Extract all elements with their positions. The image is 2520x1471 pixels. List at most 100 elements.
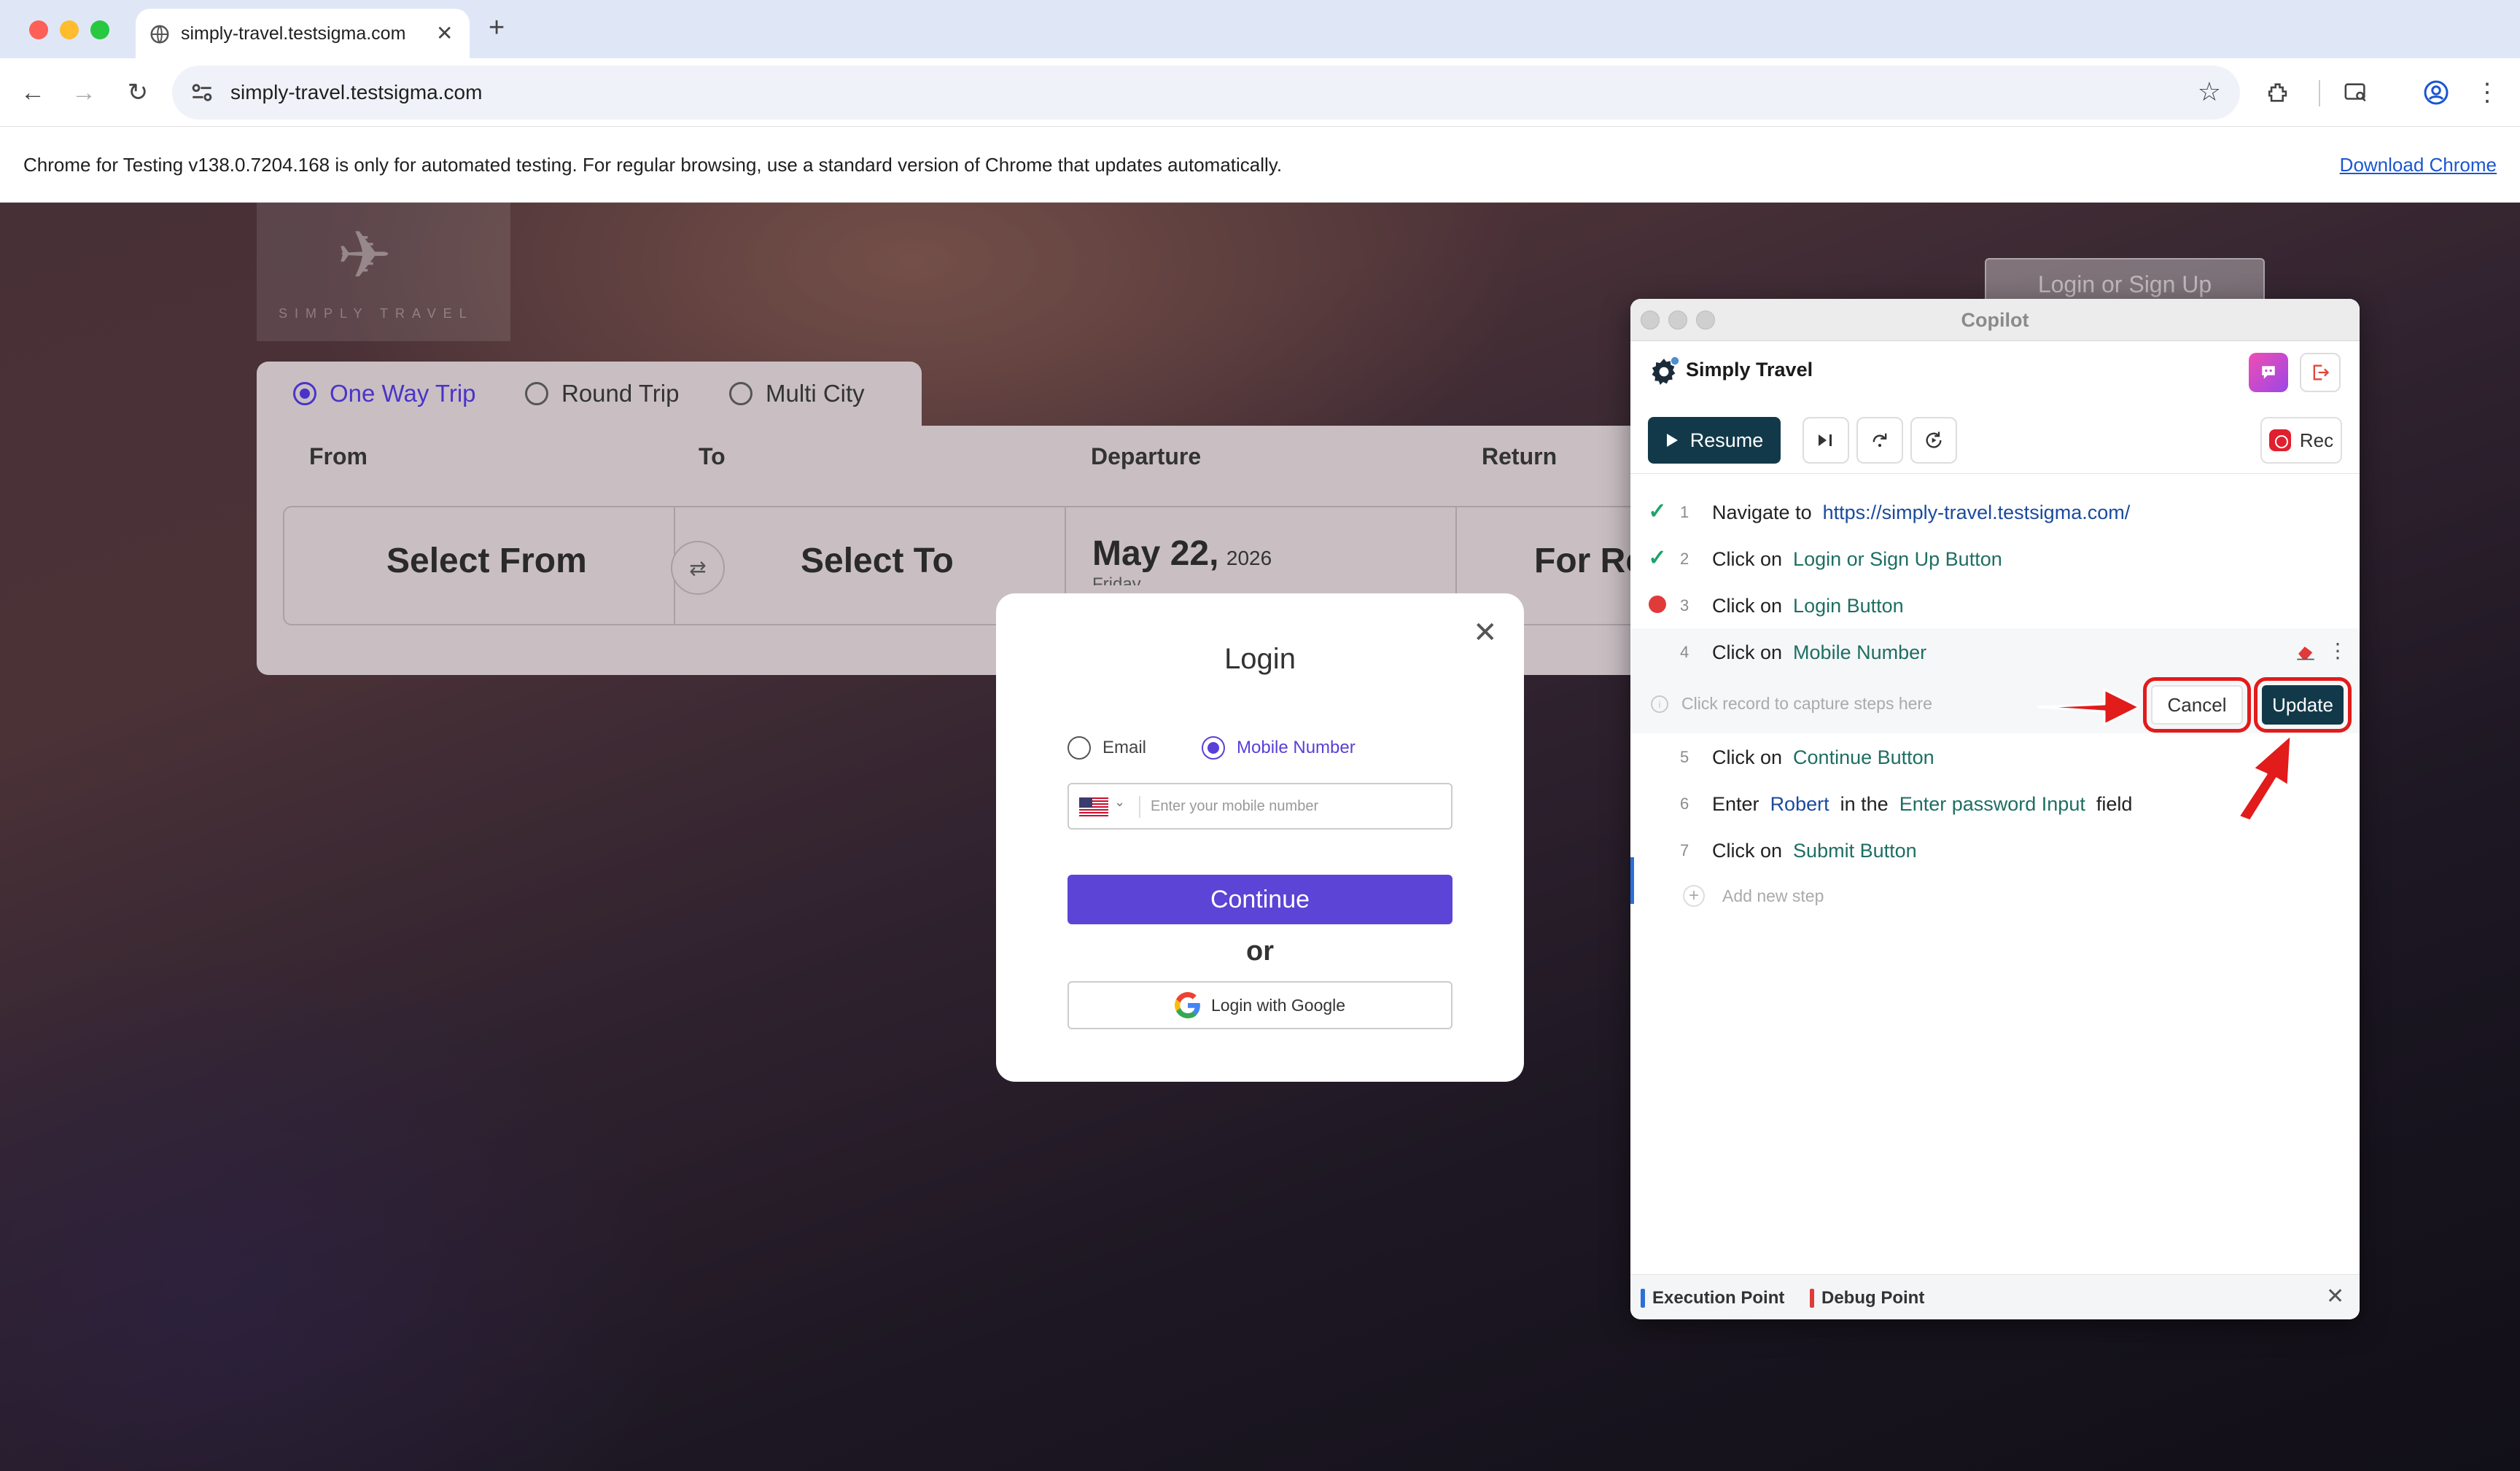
address-bar[interactable]: simply-travel.testsigma.com ☆: [172, 66, 2240, 120]
continue-button[interactable]: Continue: [1068, 875, 1452, 924]
legend-execution: Execution Point: [1641, 1288, 1784, 1308]
trip-label: Round Trip: [561, 380, 680, 407]
google-login-button[interactable]: Login with Google: [1068, 981, 1452, 1029]
record-button[interactable]: Rec: [2260, 417, 2342, 464]
step-row[interactable]: ✓ 2 Click on Login or Sign Up Button: [1630, 535, 2360, 582]
legend-debug: Debug Point: [1810, 1288, 1924, 1308]
trip-one-way[interactable]: One Way Trip: [293, 378, 476, 410]
profile-icon[interactable]: [2418, 74, 2454, 111]
gear-icon: [1652, 356, 1679, 385]
step-action: Click on: [1712, 595, 1783, 617]
resume-label: Resume: [1689, 429, 1764, 451]
mobile-option-label: Mobile Number: [1237, 738, 1356, 757]
breakpoint-icon[interactable]: [1646, 593, 1668, 615]
trip-multi-city[interactable]: Multi City: [729, 378, 865, 410]
trip-round[interactable]: Round Trip: [525, 378, 679, 410]
email-option[interactable]: Email: [1068, 736, 1146, 760]
check-icon: ✓: [1648, 499, 1667, 523]
step-action: Click on: [1712, 641, 1783, 663]
window-maximize-button[interactable]: [90, 20, 109, 39]
departure-field[interactable]: May 22, 2026 Friday: [1092, 534, 1272, 585]
step-target: Continue Button: [1793, 746, 1934, 768]
record-hint: Click record to capture steps here: [1681, 694, 1932, 713]
download-chrome-link[interactable]: Download Chrome: [2340, 150, 2497, 179]
step-target: Submit Button: [1793, 840, 1917, 862]
back-icon[interactable]: ←: [15, 74, 51, 111]
google-login-label: Login with Google: [1210, 995, 1346, 1015]
step-over-button[interactable]: [1802, 417, 1849, 464]
step-value: Robert: [1770, 793, 1829, 815]
add-step-button[interactable]: + Add new step: [1683, 885, 1824, 907]
login-modal: ✕ Login Email Mobile Number ⌄ Continue o…: [996, 593, 1524, 1082]
step-text: Click on Login or Sign Up Button: [1712, 548, 2002, 571]
departure-date: May 22,: [1092, 534, 1219, 573]
step-text: Enter Robert in the Enter password Input…: [1712, 793, 2132, 816]
step-number: 2: [1680, 550, 1689, 568]
to-field[interactable]: Select To: [801, 541, 954, 581]
return-field[interactable]: For Re: [1534, 541, 1645, 581]
email-option-label: Email: [1102, 738, 1147, 757]
cancel-button[interactable]: Cancel: [2143, 677, 2251, 733]
step-action: Click on: [1712, 548, 1783, 570]
step-text: Click on Login Button: [1712, 595, 1904, 617]
window-minimize-button[interactable]: [60, 20, 79, 39]
step-number: 6: [1680, 795, 1689, 813]
check-icon: ✓: [1648, 545, 1667, 570]
step-row[interactable]: ✓ 1 Navigate to https://simply-travel.te…: [1630, 488, 2360, 535]
reload-icon[interactable]: ↻: [120, 74, 156, 111]
return-label: Return: [1482, 443, 1558, 469]
step-row-editing[interactable]: 4 Click on Mobile Number ⋮: [1630, 628, 2360, 675]
exit-button[interactable]: [2300, 353, 2341, 392]
step-more-icon[interactable]: ⋮: [2328, 639, 2348, 663]
plane-icon: ✈: [337, 219, 392, 292]
testing-infobar: Chrome for Testing v138.0.7204.168 is on…: [0, 127, 2520, 203]
redo-icon: [1872, 433, 1887, 448]
forward-icon[interactable]: →: [66, 74, 102, 111]
step-target: Login or Sign Up Button: [1793, 548, 2002, 570]
step-target: Login Button: [1793, 595, 1904, 617]
copilot-legend-bar: Execution Point Debug Point ✕: [1630, 1274, 2360, 1319]
close-legend-icon[interactable]: ✕: [2326, 1284, 2344, 1309]
step-row[interactable]: 7 Click on Submit Button: [1630, 827, 2360, 873]
copilot-title: Copilot: [1961, 309, 2029, 331]
mobile-option[interactable]: Mobile Number: [1202, 736, 1356, 760]
or-divider: or: [1246, 936, 1274, 967]
site-logo[interactable]: ✈ SIMPLY TRAVEL: [257, 203, 510, 341]
from-field[interactable]: Select From: [386, 541, 587, 581]
copilot-header: Simply Travel: [1630, 341, 2360, 401]
resume-button[interactable]: Resume: [1648, 417, 1781, 464]
tab-close-icon[interactable]: ✕: [436, 19, 453, 48]
legend-execution-label: Execution Point: [1652, 1288, 1785, 1308]
step-target: Mobile Number: [1793, 641, 1927, 663]
record-steps-row: i Click record to capture steps here Can…: [1630, 675, 2360, 733]
departure-label: Departure: [1091, 443, 1202, 469]
from-label: From: [309, 443, 368, 469]
step-action: Enter: [1712, 793, 1759, 815]
copilot-controls: Resume Rec: [1630, 401, 2360, 474]
mobile-number-input[interactable]: [1151, 792, 1442, 821]
ai-assistant-button[interactable]: [2249, 353, 2288, 392]
us-flag-icon[interactable]: [1079, 797, 1108, 816]
bookmark-star-icon[interactable]: ☆: [2198, 76, 2221, 108]
browser-tab[interactable]: simply-travel.testsigma.com ✕: [136, 9, 470, 58]
chevron-down-icon[interactable]: ⌄: [1114, 795, 1125, 810]
step-into-button[interactable]: [1856, 417, 1903, 464]
infobar-message: Chrome for Testing v138.0.7204.168 is on…: [23, 154, 1283, 176]
window-close-button[interactable]: [29, 20, 48, 39]
more-menu-icon[interactable]: ⋮: [2469, 74, 2505, 111]
tab-search-icon[interactable]: [2338, 74, 2374, 111]
site-settings-icon[interactable]: [188, 79, 216, 106]
new-tab-icon[interactable]: +: [489, 13, 505, 42]
skip-next-icon: [1819, 434, 1832, 446]
step-number: 7: [1680, 841, 1689, 859]
eraser-icon[interactable]: [2295, 643, 2316, 660]
extensions-icon[interactable]: [2260, 74, 2297, 111]
plus-icon: +: [1683, 885, 1705, 907]
update-button[interactable]: Update: [2254, 677, 2352, 733]
radio-icon: [729, 382, 752, 405]
radio-icon: [293, 382, 316, 405]
restart-button[interactable]: [1910, 417, 1957, 464]
step-row[interactable]: 3 Click on Login Button: [1630, 582, 2360, 628]
departure-day: Friday: [1092, 574, 1141, 585]
swap-icon[interactable]: ⇄: [671, 541, 725, 595]
